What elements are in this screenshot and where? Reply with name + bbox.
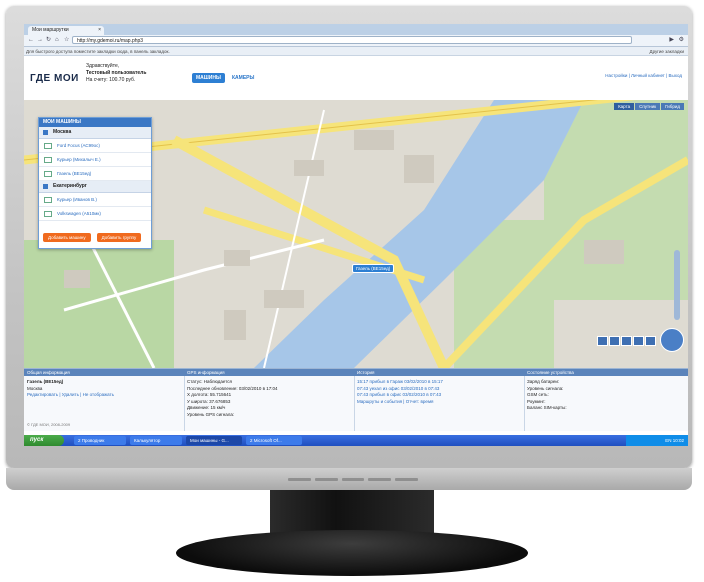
map-tab-satellite[interactable]: Спутник (635, 103, 661, 110)
pan-control-icon[interactable] (660, 328, 684, 352)
taskbar: пуск 2 Проводник Калькулятор Мои машины … (24, 435, 688, 446)
other-bookmarks[interactable]: Другие закладки (650, 47, 684, 56)
copyright: © ГДЕ МОИ, 2008-2009 (27, 422, 71, 427)
vehicle-item[interactable]: Газель (ВЕ15ед) (39, 167, 151, 181)
zoom-in-icon[interactable] (609, 336, 620, 346)
ruler-icon[interactable] (597, 336, 608, 346)
task-explorer[interactable]: 2 Проводник (74, 436, 126, 445)
monitor-buttons (288, 478, 418, 484)
site-header: ГДЕ МОИ Здравствуйте, Тестовый пользоват… (24, 57, 688, 99)
info-panel: Общая информация Газель (ВЕ15ед) Москва … (24, 368, 688, 431)
monitor-stand-base (176, 530, 528, 576)
history: История 15:17 прибыл в Гараж 03/02/2010 … (354, 369, 525, 431)
tab-cameras[interactable]: КАМЕРЫ (228, 73, 258, 83)
task-calculator[interactable]: Калькулятор (130, 436, 182, 445)
tab-cars[interactable]: МАШИНЫ (192, 73, 225, 83)
print-icon[interactable] (633, 336, 644, 346)
page-menu-icon[interactable]: ▶ (669, 36, 674, 45)
home-icon[interactable]: ⌂ (55, 36, 59, 45)
browser-tabbar: Мои маршрутки × (24, 24, 688, 35)
task-office[interactable]: 2 Microsoft Of... (246, 436, 302, 445)
device-state: Состояние устройства Заряд батареи: Уров… (524, 369, 688, 431)
map-tab-hybrid[interactable]: Гибрид (661, 103, 684, 110)
task-browser[interactable]: Мои машины - G... (186, 436, 242, 445)
url-host: my.gdemoi.ru (89, 38, 120, 44)
vehicle-actions[interactable]: Редактировать | Удалить | Не отображать (27, 392, 181, 399)
user-greeting: Здравствуйте, Тестовый пользователь На с… (86, 63, 146, 84)
system-tray: EN 10:02 (626, 435, 688, 446)
greeting-text: Здравствуйте, (86, 63, 120, 69)
header-links[interactable]: Настройки | Личный кабинет | Выход (605, 73, 682, 78)
panel-buttons: Добавить машину Добавить группу (43, 233, 142, 242)
gps-signal: Уровень GPS сигнала: (187, 411, 235, 417)
vehicle-marker[interactable]: Газель (ВЕ15ед) (352, 264, 395, 273)
layers-icon[interactable] (645, 336, 656, 346)
browser-tab[interactable]: Мои маршрутки × (28, 26, 104, 35)
history-title: История (354, 369, 524, 376)
back-icon[interactable]: ← (28, 36, 34, 45)
url-path: /map.php3 (119, 38, 144, 44)
panel-title: МОИ МАШИНЫ (39, 118, 151, 127)
browser-toolbar: ← → ↻ ⌂ ☆ http://my.gdemoi.ru/map.php3 ▶… (24, 35, 688, 47)
balance: На счету: 100.70 руб. (86, 77, 136, 83)
device-title: Состояние устройства (524, 369, 688, 376)
add-car-button[interactable]: Добавить машину (43, 233, 91, 242)
add-group-button[interactable]: Добавить группу (96, 233, 142, 242)
zoom-out-icon[interactable] (621, 336, 632, 346)
screen: Мои маршрутки × ← → ↻ ⌂ ☆ http://my.gdem… (24, 24, 688, 446)
url-prefix: http:// (77, 38, 90, 44)
map-view[interactable]: Карта Спутник Гибрид МОИ МАШИНЫ Москва F… (24, 100, 688, 368)
forward-icon[interactable]: → (37, 36, 43, 45)
close-icon[interactable]: × (98, 26, 101, 35)
start-button[interactable]: пуск (24, 435, 64, 446)
my-cars-panel: МОИ МАШИНЫ Москва Ford Focus (АС99ос) Ку… (38, 117, 152, 249)
map-tools (597, 336, 656, 346)
gps-info: GPS информация Статус: Наблюдается После… (184, 369, 355, 431)
vehicle-item[interactable]: Ford Focus (АС99ос) (39, 139, 151, 153)
username: Тестовый пользователь (86, 70, 147, 76)
tab-title: Мои маршрутки (32, 27, 69, 33)
reload-icon[interactable]: ↻ (46, 36, 51, 45)
gps-title: GPS информация (184, 369, 354, 376)
group-ekaterinburg[interactable]: Екатеринбург (39, 181, 151, 193)
general-title: Общая информация (24, 369, 184, 376)
star-icon[interactable]: ☆ (64, 36, 69, 45)
vehicle-item[interactable]: Курьер (Михалыч Е.) (39, 153, 151, 167)
map-tab-map[interactable]: Карта (614, 103, 635, 110)
zoom-slider[interactable] (674, 250, 680, 320)
history-links[interactable]: Маршруты и события | Отчет: время (357, 399, 521, 406)
device-line: Баланс SIM-карты: (527, 405, 567, 410)
vehicle-item[interactable]: Курьер (Иванов В.) (39, 193, 151, 207)
map-type-tabs: Карта Спутник Гибрид (614, 103, 684, 110)
group-moscow[interactable]: Москва (39, 127, 151, 139)
site-logo[interactable]: ГДЕ МОИ (30, 73, 79, 84)
vehicle-item[interactable]: Volkswagen (А510мк) (39, 207, 151, 221)
bookmarks-hint: Для быстрого доступа поместите закладки … (26, 49, 170, 54)
bookmarks-bar: Для быстрого доступа поместите закладки … (24, 47, 688, 56)
address-bar[interactable]: http://my.gdemoi.ru/map.php3 (72, 36, 632, 44)
wrench-icon[interactable]: ⚙ (679, 36, 684, 45)
